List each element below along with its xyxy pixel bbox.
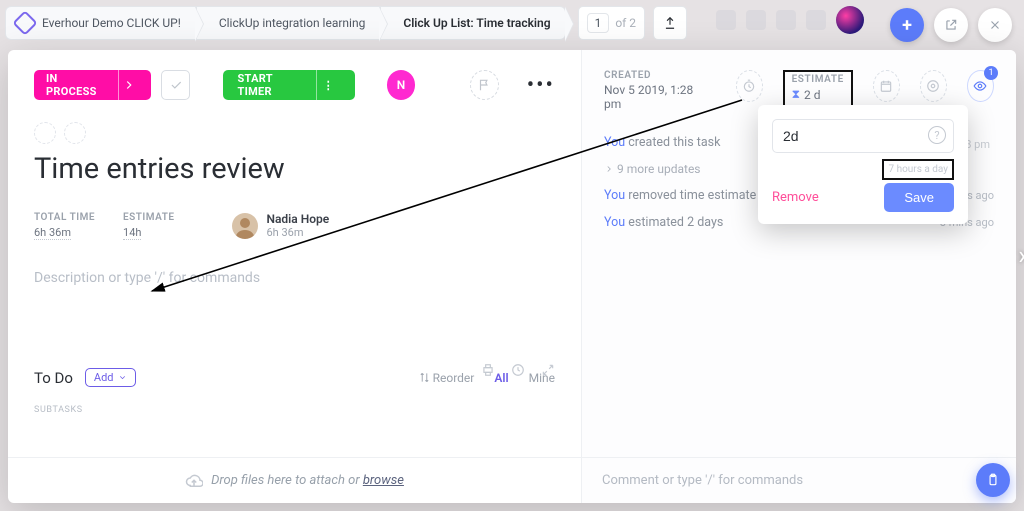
- task-title[interactable]: Time entries review: [34, 152, 555, 186]
- chevron-down-icon: [118, 373, 127, 382]
- check-icon: [169, 78, 183, 92]
- comment-placeholder: Comment or type '/' for commands: [602, 473, 803, 488]
- estimate-popover: ? 7 hours a day Remove Save: [758, 105, 968, 224]
- caret-right-icon: [122, 78, 136, 92]
- modal-footer: Drop files here to attach or browse Comm…: [8, 457, 1016, 503]
- status-label: IN PROCESS: [46, 72, 108, 98]
- print-icon[interactable]: [481, 362, 495, 381]
- clickup-logo-icon: [12, 10, 37, 35]
- subtasks-section-title: To Do: [34, 369, 73, 387]
- estimate-save-button[interactable]: Save: [884, 183, 954, 212]
- total-time-label: TOTAL TIME: [34, 212, 95, 223]
- points-icon: [926, 79, 940, 93]
- cloud-upload-icon: [185, 472, 203, 490]
- activity-text: removed time estimate: [625, 188, 756, 203]
- more-menu-button[interactable]: •••: [527, 73, 555, 98]
- user-time: 6h 36m: [266, 226, 329, 239]
- watcher-count: 1: [984, 66, 998, 80]
- activity-text: estimated 2 days: [625, 215, 723, 230]
- add-tag-button-2[interactable]: [64, 122, 86, 144]
- breadcrumb-folder-label: ClickUp integration learning: [219, 16, 366, 30]
- add-tag-button[interactable]: [34, 122, 56, 144]
- activity-text: created this task: [625, 135, 720, 150]
- eye-icon: [973, 79, 987, 93]
- user-avatar[interactable]: [232, 213, 258, 239]
- stopwatch-icon: [742, 79, 756, 93]
- user-name: Nadia Hope: [266, 212, 329, 226]
- next-task-button[interactable]: ›: [1018, 241, 1024, 271]
- estimate-hint: 7 hours a day: [882, 159, 954, 180]
- time-tracked-button[interactable]: [736, 70, 763, 102]
- breadcrumb-root-label: Everhour Demo CLICK UP!: [42, 16, 181, 30]
- calendar-icon: [879, 79, 893, 93]
- activity-expand-label: 9 more updates: [617, 162, 701, 176]
- estimate-input[interactable]: [772, 119, 954, 153]
- chevron-right-icon: [604, 164, 614, 174]
- close-icon: [988, 18, 1002, 32]
- page-total: of 2: [615, 16, 636, 30]
- task-modal: IN PROCESS START TIMER ⋮ N •••: [8, 50, 1016, 503]
- pop-out-button[interactable]: [934, 8, 968, 42]
- description-input[interactable]: Description or type '/' for commands: [34, 270, 555, 286]
- side-estimate-label: ESTIMATE: [792, 74, 844, 85]
- page-current: 1: [587, 13, 610, 33]
- flag-icon: [477, 78, 491, 92]
- assignee-initial: N: [397, 78, 406, 92]
- add-subtask-label: Add: [94, 371, 114, 384]
- breadcrumb-folder[interactable]: ClickUp integration learning: [196, 6, 381, 40]
- start-timer-button[interactable]: START TIMER ⋮: [223, 70, 355, 100]
- activity-time: s ago: [967, 189, 994, 202]
- help-icon[interactable]: ?: [928, 126, 946, 144]
- complete-checkbox[interactable]: [161, 70, 190, 100]
- description-placeholder: Description or type '/' for commands: [34, 270, 260, 286]
- estimate-remove-button[interactable]: Remove: [772, 190, 819, 205]
- points-button[interactable]: [920, 70, 947, 102]
- blurred-timestamp: 8 pm: [965, 138, 990, 151]
- expand-icon[interactable]: [541, 362, 555, 381]
- total-time-value[interactable]: 6h 36m: [34, 226, 71, 240]
- browse-link[interactable]: browse: [363, 473, 404, 488]
- reorder-button[interactable]: Reorder: [419, 371, 475, 385]
- estimate-value[interactable]: 14h: [123, 226, 141, 240]
- subtasks-header-label: SUBTASKS: [34, 405, 555, 415]
- estimate-display[interactable]: ESTIMATE ⧗ 2 d: [783, 70, 853, 108]
- breadcrumb-root[interactable]: Everhour Demo CLICK UP!: [5, 6, 196, 40]
- start-timer-label: START TIMER: [237, 72, 306, 98]
- assignee-avatar[interactable]: N: [387, 70, 416, 100]
- hourglass-icon: ⧗: [792, 87, 800, 102]
- share-button[interactable]: [653, 6, 687, 40]
- close-button[interactable]: [978, 8, 1012, 42]
- drop-text: Drop files here to attach or: [211, 473, 363, 488]
- status-next-icon[interactable]: [118, 70, 139, 100]
- status-button[interactable]: IN PROCESS: [34, 70, 151, 100]
- reorder-icon: [419, 372, 430, 383]
- side-estimate-value: 2 d: [804, 88, 821, 102]
- breadcrumb-list[interactable]: Click Up List: Time tracking: [380, 6, 565, 40]
- breadcrumb-list-label: Click Up List: Time tracking: [403, 16, 550, 30]
- clipboard-icon: [986, 473, 1000, 487]
- estimate-label: ESTIMATE: [123, 212, 174, 223]
- activity-actor[interactable]: You: [604, 188, 625, 203]
- notepad-fab[interactable]: [976, 463, 1010, 497]
- share-icon: [663, 16, 677, 30]
- created-label: CREATED: [604, 70, 696, 81]
- popout-icon: [944, 18, 958, 32]
- reorder-label: Reorder: [433, 371, 475, 385]
- history-icon[interactable]: [511, 362, 525, 381]
- priority-button[interactable]: [470, 70, 499, 100]
- activity-actor[interactable]: You: [604, 215, 625, 230]
- watchers-button[interactable]: 1: [967, 70, 994, 102]
- new-task-button[interactable]: +: [890, 8, 924, 42]
- task-toolbar: IN PROCESS START TIMER ⋮ N •••: [34, 70, 555, 100]
- page-indicator[interactable]: 1 of 2: [578, 6, 646, 40]
- breadcrumb: Everhour Demo CLICK UP! ClickUp integrat…: [5, 5, 874, 41]
- activity-actor[interactable]: You: [604, 135, 625, 150]
- created-value: Nov 5 2019, 1:28 pm: [604, 83, 696, 111]
- comment-input[interactable]: Comment or type '/' for commands: [581, 458, 1016, 503]
- timer-menu-icon[interactable]: ⋮: [316, 70, 341, 100]
- drop-zone[interactable]: Drop files here to attach or browse: [8, 458, 581, 503]
- due-date-button[interactable]: [873, 70, 900, 102]
- add-subtask-button[interactable]: Add: [85, 368, 136, 387]
